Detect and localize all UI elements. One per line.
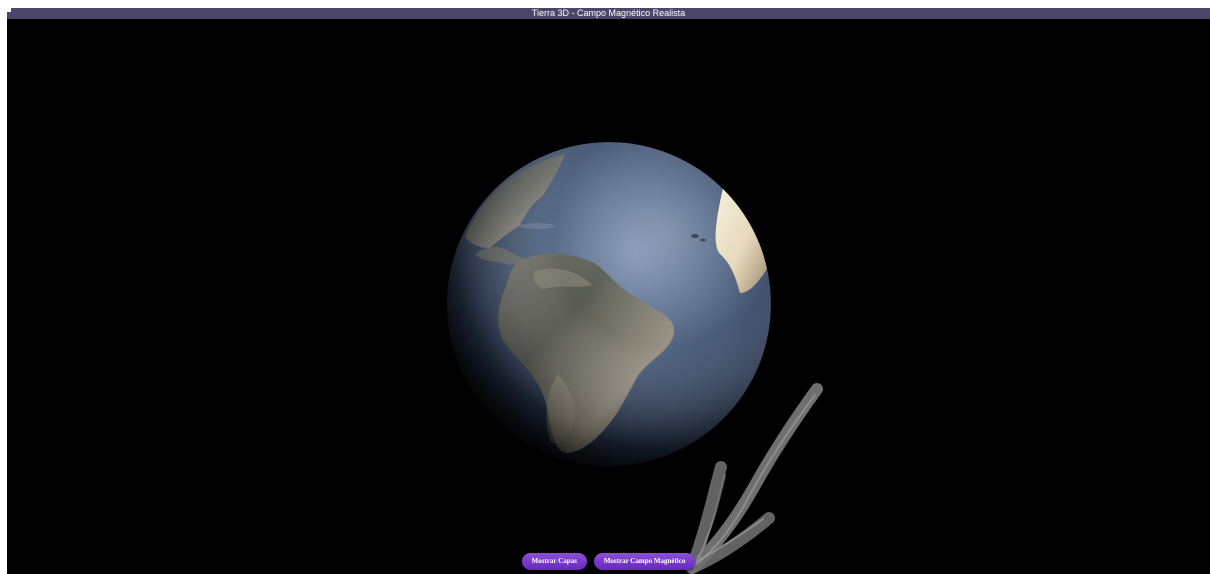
window-title: Tierra 3D - Campo Magnético Realista	[531, 8, 686, 18]
show-magnetic-field-button[interactable]: Mostrar Campo Magnético	[593, 553, 696, 570]
hand-drawn-arrow-icon	[675, 383, 825, 574]
arrow-shaft	[686, 383, 823, 574]
earth-app-window: Tierra 3D - Campo Magnético Realista Mos…	[7, 8, 1210, 574]
window-corner-mark	[7, 8, 11, 12]
3d-scene-canvas[interactable]	[7, 19, 1210, 574]
screenshot-viewport: Tierra 3D - Campo Magnético Realista Mos…	[0, 0, 1210, 574]
window-title-bar: Tierra 3D - Campo Magnético Realista	[7, 8, 1210, 19]
hand-drawn-arrow-svg	[686, 383, 823, 574]
show-layers-button[interactable]: Mostrar Capas	[521, 553, 587, 570]
bottom-controls: Mostrar Capas Mostrar Campo Magnético	[7, 553, 1210, 571]
